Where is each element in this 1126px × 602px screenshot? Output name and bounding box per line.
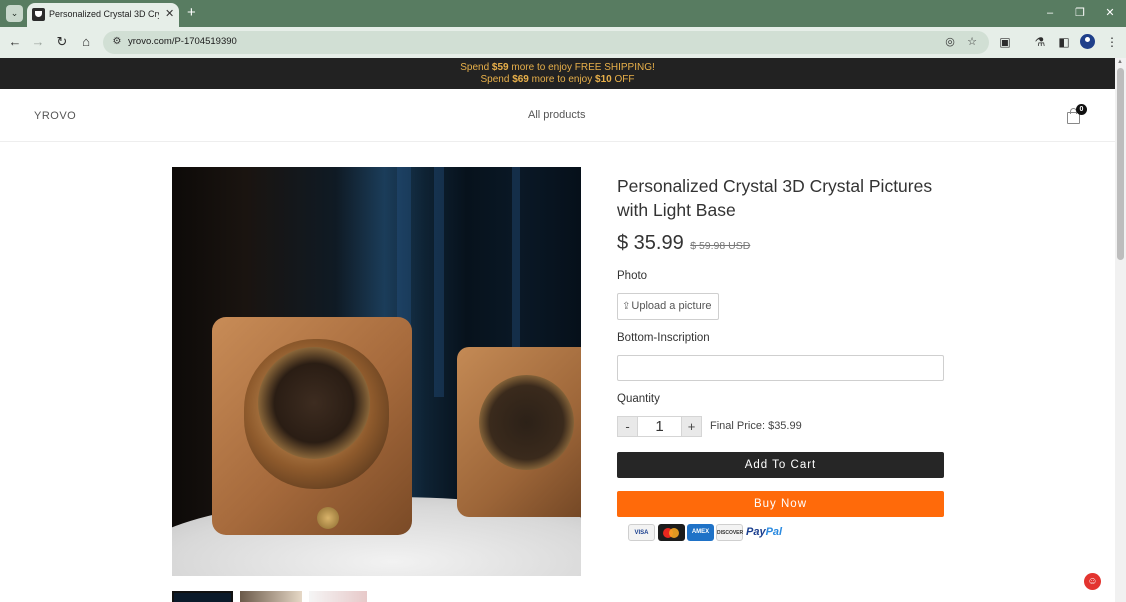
browser-tab-strip: ⌄ Personalized Crystal 3D Crystal ✕ + – … [0, 0, 1126, 27]
product-main-image[interactable] [172, 167, 581, 576]
plus-icon[interactable]: + [187, 4, 196, 21]
scroll-up-icon[interactable]: ▲ [1117, 59, 1123, 65]
quantity-decrease-button[interactable]: - [617, 416, 638, 437]
crystal-ball [479, 375, 574, 470]
kebab-menu-icon[interactable]: ⋮ [1104, 34, 1120, 50]
address-bar[interactable]: ⚙ yrovo.com/P-1704519390 ◎ ☆ [103, 31, 989, 54]
photo-label: Photo [617, 270, 648, 282]
scrollbar-thumb[interactable] [1117, 68, 1124, 260]
page-scrollbar[interactable]: ▲ [1115, 58, 1126, 602]
announcement-line-1: Spend $59 more to enjoy FREE SHIPPING! [460, 62, 655, 73]
tab-title: Personalized Crystal 3D Crystal [49, 9, 159, 19]
nav-all-products[interactable]: All products [528, 109, 585, 121]
url-text[interactable]: yrovo.com/P-1704519390 [128, 36, 237, 47]
eye-off-icon[interactable]: ◎ [943, 35, 957, 49]
thumbnail-1[interactable] [172, 591, 233, 602]
flask-icon[interactable]: ⚗ [1032, 34, 1048, 50]
chevron-down-icon[interactable]: ⌄ [6, 5, 23, 22]
browser-tab[interactable]: Personalized Crystal 3D Crystal ✕ [27, 3, 179, 27]
reload-icon[interactable]: ↻ [54, 34, 70, 50]
final-price: Final Price: $35.99 [710, 420, 802, 432]
profile-icon[interactable] [1080, 34, 1095, 49]
thumbnail-2[interactable] [240, 591, 302, 602]
thumbnail-3[interactable] [309, 591, 367, 602]
compare-at-price: $ 59.98 USD [690, 240, 751, 252]
upload-icon: ⇪ [622, 301, 631, 312]
site-header: YROVO All products 0 [0, 89, 1115, 142]
amex-icon: AMEX [687, 524, 714, 541]
close-icon[interactable]: ✕ [165, 8, 174, 20]
discover-icon: DISCOVER [716, 524, 743, 541]
puzzle-icon[interactable]: ▣ [997, 34, 1013, 50]
quantity-input[interactable]: 1 [638, 416, 681, 437]
lamp-knob [317, 507, 339, 529]
inscription-label: Bottom-Inscription [617, 332, 710, 344]
cart-count-badge: 0 [1076, 104, 1087, 115]
cart-button[interactable]: 0 [1065, 104, 1087, 125]
window-close-icon[interactable]: ✕ [1101, 5, 1119, 21]
wooden-lamp-front [212, 317, 412, 535]
quantity-label: Quantity [617, 393, 660, 405]
minimize-icon[interactable]: – [1041, 5, 1059, 21]
arrow-right-icon[interactable]: → [30, 34, 46, 50]
arrow-left-icon[interactable]: ← [7, 34, 23, 50]
star-icon[interactable]: ☆ [965, 35, 979, 49]
price-row: $ 35.99 $ 59.98 USD [617, 232, 750, 258]
shield-icon [32, 8, 45, 21]
side-panel-icon[interactable]: ◧ [1056, 34, 1072, 50]
home-icon[interactable]: ⌂ [78, 34, 94, 50]
upload-picture-button[interactable]: ⇪Upload a picture [617, 293, 719, 320]
browser-toolbar: ← → ↻ ⌂ ⚙ yrovo.com/P-1704519390 ◎ ☆ ▣ ⚗… [0, 27, 1126, 58]
add-to-cart-button[interactable]: Add To Cart [617, 452, 944, 478]
site-logo[interactable]: YROVO [34, 110, 76, 122]
paypal-icon: PayPal [746, 526, 783, 538]
mastercard-icon [658, 524, 685, 541]
upload-button-label: Upload a picture [631, 300, 712, 312]
visa-icon: VISA [628, 524, 655, 541]
buy-now-button[interactable]: Buy Now [617, 491, 944, 517]
quantity-increase-button[interactable]: + [681, 416, 702, 437]
chat-widget-icon[interactable]: ☺ [1084, 573, 1101, 590]
tune-icon[interactable]: ⚙ [110, 35, 124, 49]
restore-icon[interactable]: ❐ [1071, 5, 1089, 21]
crystal-ball [258, 347, 370, 459]
wooden-lamp-back [457, 347, 581, 517]
thumbnail-strip [172, 591, 372, 602]
announcement-bar: Spend $59 more to enjoy FREE SHIPPING! S… [0, 58, 1115, 89]
page-viewport: Spend $59 more to enjoy FREE SHIPPING! S… [0, 58, 1115, 602]
curtain-fold [434, 167, 444, 397]
product-title: Personalized Crystal 3D Crystal Pictures… [617, 176, 933, 220]
product-price: $ 35.99 [617, 232, 684, 254]
announcement-line-2: Spend $69 more to enjoy $10 OFF [480, 73, 635, 85]
inscription-input[interactable] [617, 355, 944, 381]
